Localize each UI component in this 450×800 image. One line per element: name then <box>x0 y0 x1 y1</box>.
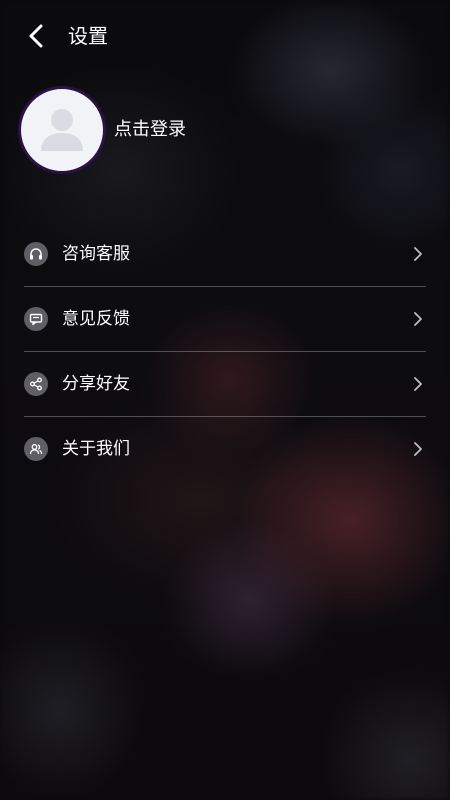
headset-icon <box>24 242 48 266</box>
login-profile[interactable]: 点击登录 <box>18 86 186 174</box>
chevron-right-icon <box>412 310 424 328</box>
share-icon <box>24 372 48 396</box>
back-button[interactable] <box>18 18 54 54</box>
default-avatar-icon <box>41 109 83 151</box>
header-bar: 设置 <box>0 0 450 72</box>
feedback-message-icon <box>24 307 48 331</box>
login-link[interactable]: 点击登录 <box>114 118 186 142</box>
chevron-right-icon <box>412 245 424 263</box>
avatar[interactable] <box>18 86 106 174</box>
menu-item-label: 分享好友 <box>62 374 130 394</box>
menu-item-feedback[interactable]: 意见反馈 <box>24 286 426 351</box>
menu-item-about-us[interactable]: 关于我们 <box>24 416 426 481</box>
menu-item-share[interactable]: 分享好友 <box>24 351 426 416</box>
menu-item-customer-service[interactable]: 咨询客服 <box>24 222 426 286</box>
users-icon <box>24 437 48 461</box>
settings-page: 设置 点击登录 咨询客服 意见反馈 分享好友 关于我们 <box>0 0 450 800</box>
menu-item-label: 意见反馈 <box>62 309 130 329</box>
page-title: 设置 <box>68 24 108 48</box>
chevron-right-icon <box>412 440 424 458</box>
chevron-left-icon <box>29 24 43 48</box>
chevron-right-icon <box>412 375 424 393</box>
menu-item-label: 咨询客服 <box>62 244 130 264</box>
menu-item-label: 关于我们 <box>62 439 130 459</box>
settings-menu: 咨询客服 意见反馈 分享好友 关于我们 <box>24 222 426 481</box>
